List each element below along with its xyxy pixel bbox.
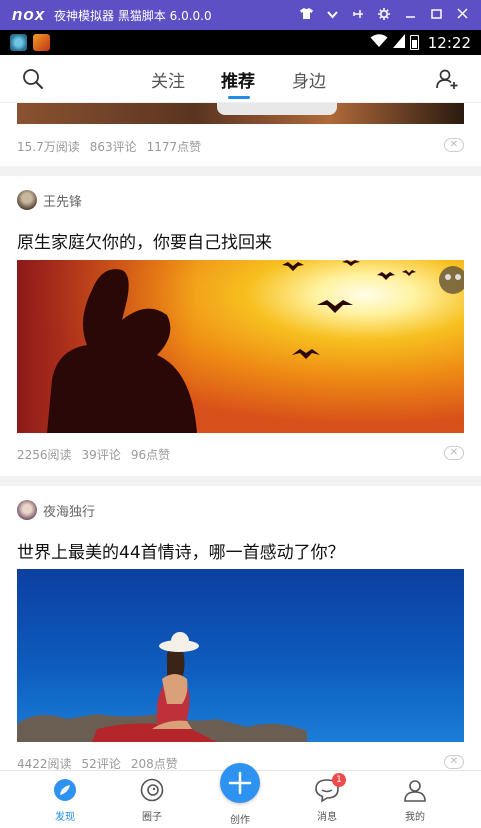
post-card[interactable]: 15.7万阅读 863评论 1177点赞 ✕ <box>0 103 481 166</box>
like-count: 1177点赞 <box>146 140 202 154</box>
post-card[interactable]: 王先锋 原生家庭欠你的，你要自己找回来 2256阅读 39评论 96点赞 ✕ <box>0 176 481 476</box>
dismiss-post-button[interactable]: ✕ <box>444 138 464 152</box>
gear-icon[interactable] <box>371 7 397 23</box>
nav-circle[interactable]: 圈子 <box>122 777 182 823</box>
nav-label: 消息 <box>317 812 337 823</box>
comment-count: 39评论 <box>81 448 121 462</box>
post-title[interactable]: 原生家庭欠你的，你要自己找回来 <box>17 228 272 253</box>
post-author[interactable]: 夜海独行 <box>17 500 95 520</box>
post-image[interactable] <box>17 260 464 433</box>
tab-nearby[interactable]: 身边 <box>292 67 326 92</box>
emulator-title-bar: nox 夜神模拟器 黑猫脚本 6.0.0.0 <box>0 0 481 30</box>
status-icons: 12:22 <box>370 30 471 55</box>
app-notification-icon <box>33 34 50 51</box>
emulator-controls <box>293 0 475 30</box>
maximize-icon[interactable] <box>423 8 449 22</box>
avatar[interactable] <box>17 190 37 210</box>
compass-icon <box>52 777 78 803</box>
chevron-down-icon[interactable] <box>319 8 345 22</box>
nav-label: 我的 <box>405 812 425 823</box>
like-count: 96点赞 <box>130 448 171 462</box>
create-button[interactable] <box>220 763 260 803</box>
status-bar: 12:22 <box>0 30 481 55</box>
emulator-title: 夜神模拟器 黑猫脚本 6.0.0.0 <box>54 8 212 23</box>
close-icon[interactable] <box>449 8 475 22</box>
nav-messages[interactable]: 1 消息 <box>297 773 357 823</box>
post-author[interactable]: 王先锋 <box>17 190 82 210</box>
post-stats: 4422阅读 52评论 208点赞 <box>17 755 178 770</box>
nav-label: 发现 <box>55 812 75 823</box>
shirt-icon[interactable] <box>293 8 319 22</box>
plus-icon <box>228 771 252 795</box>
like-count: 208点赞 <box>130 757 178 770</box>
post-card[interactable]: 夜海独行 世界上最美的44首情诗，哪一首感动了你？ 4422阅读 52评论 20… <box>0 486 481 770</box>
minimize-icon[interactable] <box>397 8 423 22</box>
circle-icon <box>139 777 165 803</box>
author-name[interactable]: 夜海独行 <box>43 501 95 520</box>
post-image[interactable] <box>17 103 464 124</box>
feed[interactable]: 15.7万阅读 863评论 1177点赞 ✕ 王先锋 原生家庭欠你的，你要自己找… <box>0 103 481 770</box>
read-count: 15.7万阅读 <box>17 140 80 154</box>
post-title[interactable]: 世界上最美的44首情诗，哪一首感动了你？ <box>17 538 345 563</box>
dismiss-post-button[interactable]: ✕ <box>444 446 464 460</box>
nav-discover[interactable]: 发现 <box>35 777 95 823</box>
avatar[interactable] <box>17 500 37 520</box>
comment-count: 863评论 <box>89 140 137 154</box>
message-icon: 1 <box>314 773 346 803</box>
app-header: 关注 推荐 身边 <box>0 55 481 103</box>
tab-follow[interactable]: 关注 <box>151 67 185 92</box>
post-stats: 15.7万阅读 863评论 1177点赞 <box>17 138 201 155</box>
dismiss-post-button[interactable]: ✕ <box>444 755 464 769</box>
read-count: 2256阅读 <box>17 448 72 462</box>
read-count: 4422阅读 <box>17 757 72 770</box>
tab-recommend[interactable]: 推荐 <box>221 67 255 92</box>
wifi-icon <box>370 33 388 52</box>
nav-label: 圈子 <box>142 812 162 823</box>
nox-logo: nox <box>12 5 46 24</box>
nav-label[interactable]: 创作 <box>215 811 265 826</box>
post-stats: 2256阅读 39评论 96点赞 <box>17 446 170 463</box>
post-image[interactable] <box>17 569 464 742</box>
person-icon <box>402 777 428 803</box>
clock: 12:22 <box>427 33 471 52</box>
comment-count: 52评论 <box>81 757 121 770</box>
add-friend-icon[interactable] <box>435 67 459 91</box>
author-name[interactable]: 王先锋 <box>43 191 82 210</box>
bottom-nav: 发现 圈子 创作 1 消息 我的 <box>0 763 481 828</box>
battery-icon <box>409 35 419 50</box>
feed-tabs: 关注 推荐 身边 <box>0 55 481 103</box>
nav-me[interactable]: 我的 <box>385 777 445 823</box>
app-notification-icon <box>10 34 27 51</box>
active-tab-indicator <box>228 96 250 99</box>
unread-badge: 1 <box>332 773 346 787</box>
pin-icon[interactable] <box>345 8 371 23</box>
signal-icon <box>392 33 405 52</box>
